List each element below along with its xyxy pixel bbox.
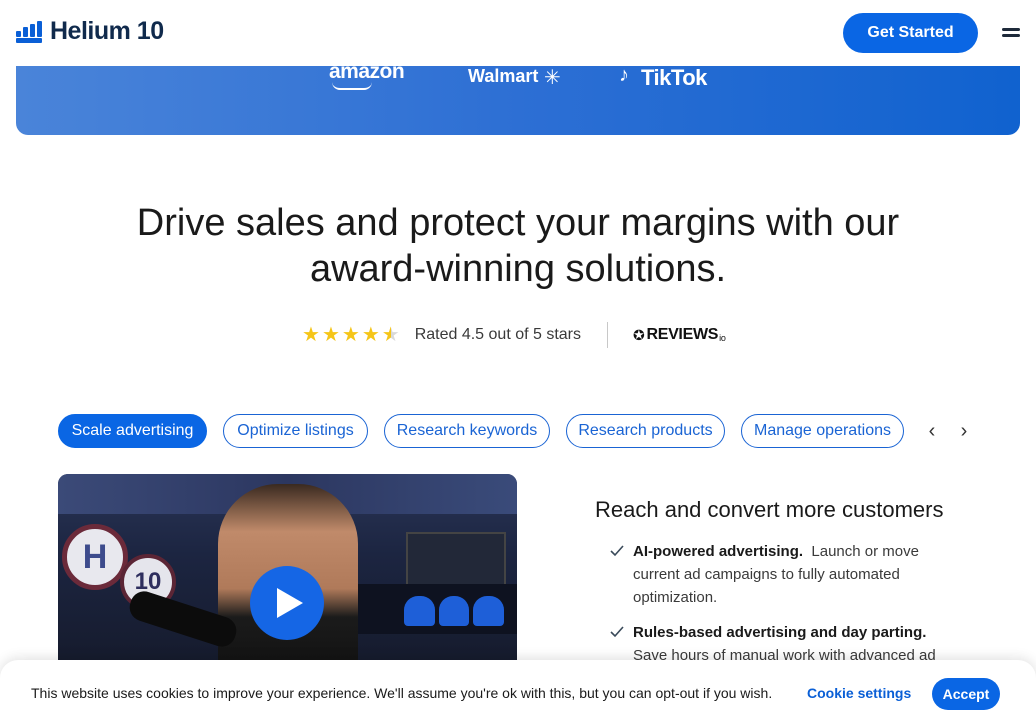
check-icon (610, 626, 624, 638)
amazon-smile-icon (332, 82, 372, 90)
cookie-message: This website uses cookies to improve you… (31, 685, 773, 701)
feature-title: Reach and convert more customers (595, 497, 944, 522)
rating-text: Rated 4.5 out of 5 stars (414, 326, 582, 343)
chevron-left-icon[interactable]: ‹ (922, 420, 942, 442)
site-header: Helium 10 Get Started (0, 0, 1036, 66)
star-icon: ★ (321, 324, 340, 346)
logo-text: Helium 10 (50, 17, 164, 45)
headline-line-2: award-winning solutions. (309, 248, 727, 290)
check-icon (610, 545, 624, 557)
feature-item-heading: Rules-based advertising and day parting. (633, 624, 927, 641)
reviews-star-icon: ✪ (633, 326, 645, 343)
helium10-logo-icon (16, 20, 42, 43)
video-thumbnail[interactable]: H 10 (58, 474, 517, 674)
reviews-brand: REVIEWS (646, 326, 719, 343)
divider (607, 322, 608, 348)
star-icon: ★ (302, 324, 320, 346)
accept-cookies-button[interactable]: Accept (932, 678, 1000, 710)
tab-manage-operations[interactable]: Manage operations (741, 414, 904, 448)
cookie-consent-bar: This website uses cookies to improve you… (0, 660, 1036, 727)
ramp-badge: H (62, 524, 128, 590)
hats-display (404, 596, 505, 626)
tab-scale-advertising[interactable]: Scale advertising (58, 414, 207, 448)
helium10-logo[interactable]: Helium 10 (16, 17, 164, 46)
walmart-spark-icon: ✳ (544, 67, 561, 89)
reviews-suffix: io (719, 332, 726, 343)
star-rating: ★ ★ ★ ★ ★ (302, 325, 400, 345)
reviews-io-logo[interactable]: ✪ REVIEWS io (633, 326, 726, 344)
tiktok-logo: TikTok (641, 65, 707, 90)
tab-research-products[interactable]: Research products (566, 414, 725, 448)
feature-item-heading: AI-powered advertising. (633, 543, 804, 560)
tab-research-keywords[interactable]: Research keywords (384, 414, 550, 448)
rating-summary: ★ ★ ★ ★ ★ Rated 4.5 out of 5 stars (302, 322, 581, 348)
star-icon: ★ (361, 324, 380, 346)
tab-optimize-listings[interactable]: Optimize listings (223, 414, 368, 448)
tiktok-icon: ♪ (619, 64, 629, 86)
headline-line-1: Drive sales and protect your margins wit… (136, 202, 900, 244)
star-icon: ★ (341, 324, 360, 346)
walmart-logo: Walmart (468, 66, 539, 86)
chevron-right-icon[interactable]: › (954, 420, 974, 442)
cookie-settings-link[interactable]: Cookie settings (807, 685, 911, 701)
feature-item: AI-powered advertising. Launch or move c… (609, 540, 969, 609)
play-icon (277, 588, 303, 618)
hamburger-menu-icon[interactable] (1002, 28, 1020, 40)
world-map-frame (406, 532, 506, 592)
play-button[interactable] (250, 566, 324, 640)
page-headline: Drive sales and protect your margins wit… (60, 200, 976, 292)
half-star-icon: ★ (381, 324, 400, 346)
get-started-button[interactable]: Get Started (843, 13, 978, 53)
